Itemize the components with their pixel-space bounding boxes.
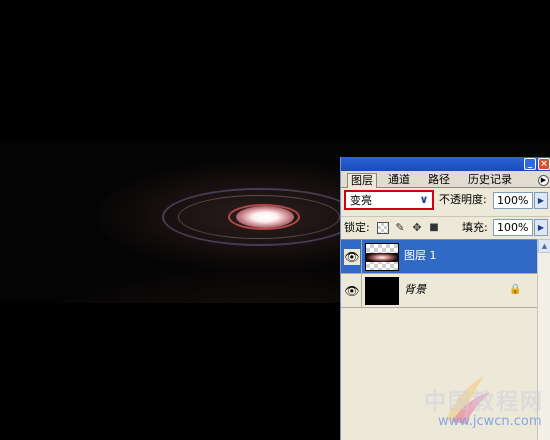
lock-label: 锁定: <box>344 221 370 234</box>
panel-tab-row: 图层 通道 路径 历史记录 ▶ <box>341 171 550 188</box>
layer-name[interactable]: 图层 1 <box>404 249 437 263</box>
fill-label: 填充: <box>462 221 488 234</box>
lock-icon: 🔒 <box>509 284 522 295</box>
visibility-toggle[interactable]: 👁 <box>341 240 362 274</box>
eye-icon[interactable]: 👁 <box>344 283 360 299</box>
close-icon[interactable]: × <box>538 158 550 170</box>
layer-name[interactable]: 背景 <box>404 283 426 297</box>
blend-mode-select[interactable]: 变亮 ∨ <box>344 190 434 210</box>
layer-thumbnail <box>365 277 399 305</box>
eye-icon[interactable]: 👁 <box>344 249 360 265</box>
lock-paint-icon[interactable]: ✎ <box>394 222 406 234</box>
scroll-up-icon[interactable]: ▲ <box>538 239 550 253</box>
layer-row-1[interactable]: 👁 图层 1 <box>341 240 537 274</box>
opacity-slider-arrow-icon[interactable]: ▶ <box>534 192 548 209</box>
panel-menu-icon[interactable]: ▶ <box>538 175 549 186</box>
fill-input[interactable]: 100% <box>493 219 533 236</box>
panel-titlebar[interactable]: _ × <box>341 157 550 171</box>
opacity-label: 不透明度: <box>439 193 487 206</box>
tab-paths[interactable]: 路径 <box>425 173 453 188</box>
lock-all-icon[interactable]: ■ <box>428 222 440 234</box>
visibility-toggle[interactable]: 👁 <box>341 274 362 308</box>
fill-slider-arrow-icon[interactable]: ▶ <box>534 219 548 236</box>
lock-row: 锁定: ✎ ✥ ■ 填充: 100% ▶ <box>341 216 550 238</box>
watermark-url: www.jcwcn.com <box>438 414 542 429</box>
tab-channels[interactable]: 通道 <box>385 173 413 188</box>
blend-mode-value: 变亮 <box>350 194 372 207</box>
tab-history[interactable]: 历史记录 <box>465 173 515 188</box>
flare-core <box>236 206 294 228</box>
blend-row: 变亮 ∨ 不透明度: 100% ▶ <box>341 188 550 214</box>
minimize-icon[interactable]: _ <box>524 158 536 170</box>
lock-move-icon[interactable]: ✥ <box>411 222 423 234</box>
opacity-input[interactable]: 100% <box>493 192 533 209</box>
chevron-down-icon[interactable]: ∨ <box>417 193 431 207</box>
watermark-title: 中国教程网 <box>424 389 545 415</box>
tab-layers[interactable]: 图层 <box>347 173 377 188</box>
layer-row-background[interactable]: 👁 背景 🔒 <box>341 274 537 308</box>
lock-transparent-icon[interactable] <box>377 222 389 234</box>
layer-thumbnail <box>365 243 399 271</box>
